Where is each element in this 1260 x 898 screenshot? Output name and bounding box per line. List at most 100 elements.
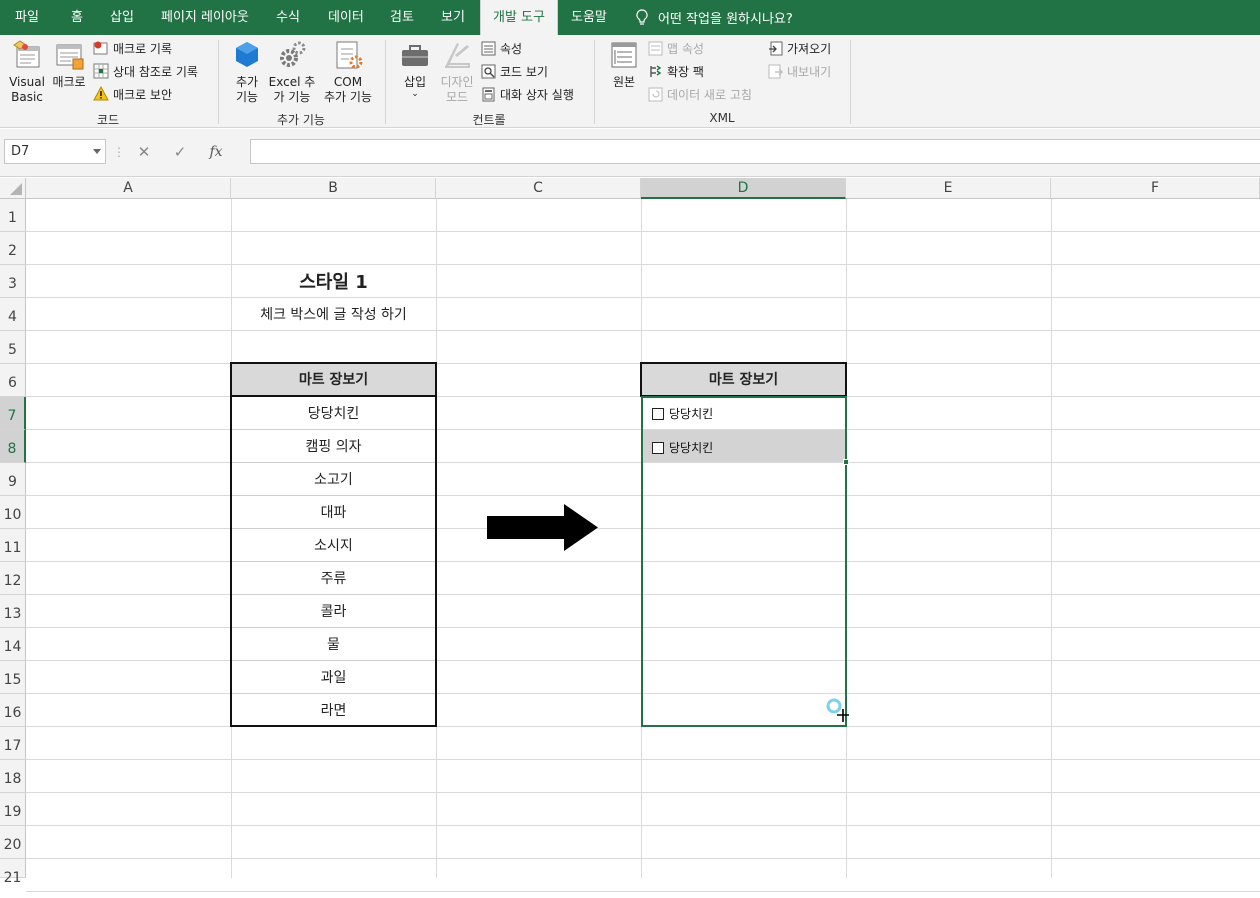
row-header-19[interactable]: 19	[0, 793, 26, 826]
checkbox-control[interactable]: 당당치킨	[652, 439, 713, 456]
row-header-9[interactable]: 9	[0, 463, 26, 496]
row-header-15[interactable]: 15	[0, 661, 26, 694]
insert-control-label: 삽입	[403, 75, 427, 89]
cancel-icon[interactable]: ✕	[126, 143, 162, 161]
sheet-title: 스타일 1	[299, 272, 368, 293]
row-header-21[interactable]: 21	[0, 859, 26, 886]
name-box[interactable]: D7	[4, 139, 106, 164]
checkbox-label: 당당치킨	[669, 407, 714, 421]
table-row-border	[232, 561, 435, 562]
row-header-18[interactable]: 18	[0, 760, 26, 793]
chevron-down-icon: ⌄	[411, 89, 419, 99]
checkbox-box[interactable]	[652, 441, 664, 454]
record-macro-button[interactable]: 매크로 기록	[93, 38, 172, 58]
more-options-icon[interactable]: ⋮	[112, 145, 126, 159]
row-header-5[interactable]: 5	[0, 331, 26, 364]
visual-basic-button[interactable]: Visual Basic	[8, 39, 46, 105]
tab-page-layout[interactable]: 페이지 레이아웃	[161, 0, 249, 35]
column-header-e[interactable]: E	[846, 178, 1051, 199]
fill-handle[interactable]	[843, 459, 849, 465]
row-header-6[interactable]: 6	[0, 364, 26, 397]
list-item[interactable]: 대파	[231, 502, 436, 522]
list-item[interactable]: 주류	[231, 568, 436, 588]
addins-label-2: 기능	[235, 90, 259, 104]
shopping-table-right-header: 마트 장보기	[640, 362, 847, 397]
row-header-20[interactable]: 20	[0, 826, 26, 859]
xml-source-button[interactable]: 원본	[605, 39, 643, 90]
list-item[interactable]: 캠핑 의자	[231, 436, 436, 456]
list-item[interactable]: 소고기	[231, 469, 436, 489]
macros-button[interactable]: 매크로	[50, 39, 88, 90]
table-row-border	[232, 429, 435, 430]
column-header-d[interactable]: D	[641, 178, 846, 199]
macros-icon	[56, 44, 84, 70]
column-header-a[interactable]: A	[26, 178, 231, 199]
insert-function-icon[interactable]: fx	[198, 144, 234, 160]
expansion-packs-button[interactable]: 확장 팩	[648, 61, 704, 81]
insert-control-button[interactable]: 삽입 ⌄	[396, 39, 434, 99]
row-header-13[interactable]: 13	[0, 595, 26, 628]
row-header-1[interactable]: 1	[0, 199, 26, 232]
list-item[interactable]: 과일	[231, 667, 436, 687]
column-header-f[interactable]: F	[1051, 178, 1260, 199]
row-header-14[interactable]: 14	[0, 628, 26, 661]
row-header-4[interactable]: 4	[0, 298, 26, 331]
import-button[interactable]: 가져오기	[768, 38, 831, 58]
map-properties-icon	[648, 41, 663, 55]
addins-button[interactable]: 추가 기능	[228, 39, 266, 105]
refresh-data-button[interactable]: 데이터 새로 고침	[648, 84, 752, 104]
list-item[interactable]: 콜라	[231, 601, 436, 621]
row-gridline	[26, 792, 1260, 793]
column-header-c[interactable]: C	[436, 178, 641, 199]
run-dialog-button[interactable]: 대화 상자 실행	[481, 84, 574, 104]
row-header-2[interactable]: 2	[0, 232, 26, 265]
addins-label-1: 추가	[235, 75, 259, 89]
view-code-button[interactable]: 코드 보기	[481, 61, 548, 81]
relative-reference-button[interactable]: 상대 참조로 기록	[93, 61, 198, 81]
tab-help[interactable]: 도움말	[571, 0, 607, 35]
export-button[interactable]: 내보내기	[768, 61, 831, 81]
com-addins-button[interactable]: COM 추가 기능	[320, 39, 376, 105]
tab-insert[interactable]: 삽입	[110, 0, 134, 35]
right-arrow-shape[interactable]	[486, 503, 599, 552]
visual-basic-label-2: Basic	[11, 90, 43, 104]
tab-file[interactable]: 파일	[15, 0, 39, 35]
formula-buttons: ⋮ ✕ ✓ fx	[112, 139, 234, 164]
row-gridline	[26, 759, 1260, 760]
row-header-10[interactable]: 10	[0, 496, 26, 529]
design-mode-button[interactable]: 디자인 모드	[436, 39, 478, 105]
column-header-b[interactable]: B	[231, 178, 436, 199]
tab-data[interactable]: 데이터	[328, 0, 364, 35]
excel-addins-button[interactable]: Excel 추 가 기능	[268, 39, 316, 105]
row-header-3[interactable]: 3	[0, 265, 26, 298]
list-item[interactable]: 라면	[231, 700, 436, 720]
checkbox-box[interactable]	[652, 407, 664, 420]
list-item[interactable]: 소시지	[231, 535, 436, 555]
enter-check-icon[interactable]: ✓	[162, 143, 198, 161]
formula-input[interactable]	[250, 139, 1260, 164]
row-header-11[interactable]: 11	[0, 529, 26, 562]
row-header-12[interactable]: 12	[0, 562, 26, 595]
tab-formulas[interactable]: 수식	[276, 0, 300, 35]
tab-home[interactable]: 홈	[71, 0, 83, 35]
row-header-7[interactable]: 7	[0, 397, 26, 430]
map-properties-button[interactable]: 맵 속성	[648, 38, 704, 58]
tab-view[interactable]: 보기	[441, 0, 465, 35]
com-addins-label-1: COM	[333, 75, 363, 89]
row-header-17[interactable]: 17	[0, 727, 26, 760]
macro-security-button[interactable]: 매크로 보안	[93, 84, 172, 104]
tab-developer[interactable]: 개발 도구	[480, 0, 558, 35]
design-mode-label-2: 모드	[445, 90, 469, 104]
properties-button[interactable]: 속성	[481, 38, 522, 58]
select-all-button[interactable]	[0, 178, 26, 199]
checkbox-control[interactable]: 당당치킨	[652, 405, 713, 422]
row-header-16[interactable]: 16	[0, 694, 26, 727]
expansion-packs-label: 확장 팩	[667, 64, 704, 79]
tell-me-search[interactable]: 어떤 작업을 원하시나요?	[636, 0, 793, 35]
tab-review[interactable]: 검토	[390, 0, 414, 35]
row-header-8[interactable]: 8	[0, 430, 26, 463]
refresh-icon	[648, 87, 663, 101]
chevron-down-icon[interactable]	[93, 149, 101, 154]
list-item[interactable]: 물	[231, 634, 436, 654]
list-item[interactable]: 당당치킨	[231, 403, 436, 423]
